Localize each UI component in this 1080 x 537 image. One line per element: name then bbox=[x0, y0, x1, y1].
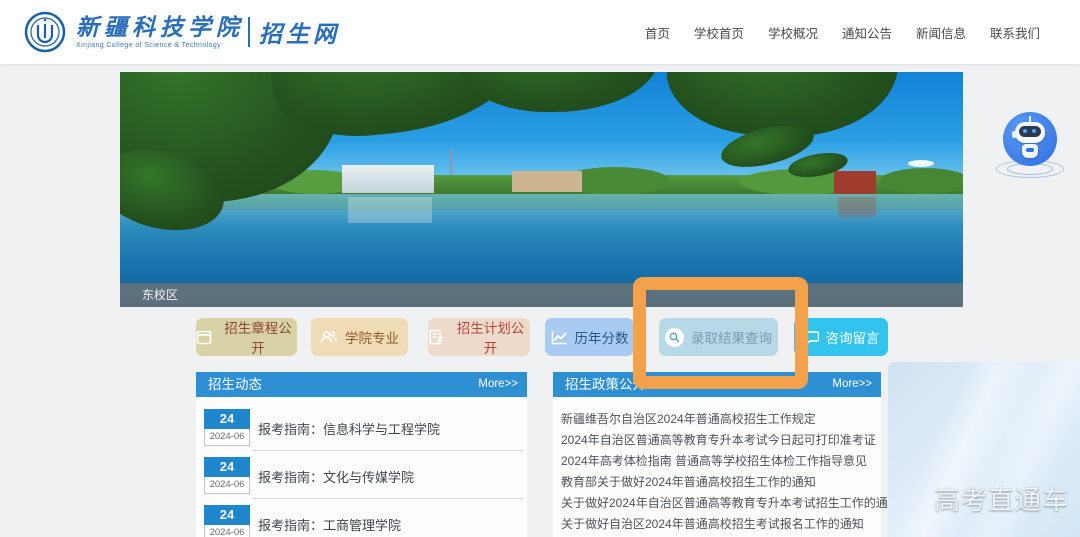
policy-list-item[interactable]: 关于做好2024年自治区普通高等教育专升本考试招生工作的通知 bbox=[561, 493, 900, 514]
nav-item-contact[interactable]: 联系我们 bbox=[990, 23, 1040, 42]
banner-art-reflection bbox=[348, 197, 432, 223]
chat-robot-button[interactable] bbox=[996, 110, 1064, 184]
quick-link-admission-charter[interactable]: 招生章程公开 bbox=[196, 318, 297, 356]
news-title: 报考指南：工商管理学院 bbox=[258, 518, 402, 533]
banner-art-building-white bbox=[342, 165, 434, 193]
quick-link-colleges-majors[interactable]: 学院专业 bbox=[311, 318, 408, 356]
robot-belt bbox=[1026, 148, 1034, 152]
news-title: 报考指南：信息科学与工程学院 bbox=[258, 422, 441, 437]
more-link[interactable]: More>> bbox=[478, 372, 518, 397]
quick-link-label: 历年分数 bbox=[574, 331, 629, 346]
top-nav: 首页 学校首页 学校概况 通知公告 新闻信息 联系我们 bbox=[645, 0, 1040, 64]
robot-headset bbox=[1012, 131, 1017, 138]
nav-item-school-overview[interactable]: 学校概况 bbox=[768, 23, 818, 42]
panel-admission-news: 招生动态 More>> 24 2024-06 报考指南：信息科学与工程学院 24… bbox=[196, 372, 527, 537]
date-month: 2024-06 bbox=[204, 477, 250, 494]
nav-item-school-home[interactable]: 学校首页 bbox=[694, 23, 744, 42]
quick-link-label: 录取结果查询 bbox=[691, 331, 772, 346]
site-logo[interactable]: 新疆科技学院 Xinjiang College of Science & Tec… bbox=[24, 9, 340, 55]
panel-news-header: 招生动态 More>> bbox=[196, 372, 527, 397]
news-list-item[interactable]: 24 2024-06 报考指南：工商管理学院 bbox=[196, 504, 527, 537]
news-list-item[interactable]: 24 2024-06 报考指南：文化与传媒学院 bbox=[196, 456, 527, 504]
date-day: 24 bbox=[204, 457, 250, 477]
banner-art-building-red2 bbox=[834, 171, 876, 194]
school-name-en: Xinjiang College of Science & Technology bbox=[76, 42, 222, 49]
policy-list-item[interactable]: 关于做好自治区2024年普通高校招生考试报名工作的通知 bbox=[561, 514, 881, 535]
quick-link-admission-plan[interactable]: 招生计划公开 bbox=[428, 318, 530, 356]
date-badge: 24 2024-06 bbox=[204, 457, 250, 494]
banner-art-cloud bbox=[908, 160, 934, 167]
quick-link-label: 学院专业 bbox=[345, 331, 399, 346]
nav-item-notices[interactable]: 通知公告 bbox=[842, 23, 892, 42]
news-list-item[interactable]: 24 2024-06 报考指南：信息科学与工程学院 bbox=[196, 408, 527, 456]
quick-link-label: 咨询留言 bbox=[825, 331, 880, 346]
panel-title: 招生政策公开 bbox=[565, 377, 646, 392]
panel-policy-header: 招生政策公开 More>> bbox=[553, 372, 881, 397]
news-title: 报考指南：文化与传媒学院 bbox=[258, 470, 415, 485]
quick-link-label: 招生计划公开 bbox=[456, 321, 525, 356]
quick-link-consult-message[interactable]: 咨询留言 bbox=[794, 318, 888, 356]
robot-eye bbox=[1032, 129, 1036, 133]
nav-item-news[interactable]: 新闻信息 bbox=[916, 23, 966, 42]
date-day: 24 bbox=[204, 409, 250, 429]
calendar-icon bbox=[196, 330, 212, 345]
more-link[interactable]: More>> bbox=[832, 372, 872, 397]
banner-art-antenna bbox=[450, 150, 452, 174]
watermark: 高考直通车 bbox=[934, 485, 1070, 515]
robot-eye bbox=[1023, 129, 1027, 133]
quick-link-historical-scores[interactable]: 历年分数 bbox=[545, 318, 634, 356]
banner-caption-bar: 东校区 bbox=[120, 283, 963, 307]
page: 新疆科技学院 Xinjiang College of Science & Tec… bbox=[0, 0, 1080, 537]
panel-admission-policy: 招生政策公开 More>> 新疆维吾尔自治区2024年普通高校招生工作规定 20… bbox=[553, 372, 900, 537]
school-name-cn: 新疆科技学院 bbox=[76, 14, 244, 41]
chart-icon bbox=[551, 331, 567, 344]
site-name: 招生网 bbox=[259, 21, 340, 48]
date-month: 2024-06 bbox=[204, 525, 250, 537]
logo-divider bbox=[248, 17, 250, 47]
date-month: 2024-06 bbox=[204, 429, 250, 446]
policy-list-item[interactable]: 2024年自治区普通高等教育专升本考试今日起可打印准考证 bbox=[561, 430, 881, 451]
school-emblem-icon bbox=[24, 11, 66, 53]
banner-caption: 东校区 bbox=[142, 288, 179, 302]
date-day: 24 bbox=[204, 505, 250, 525]
site-header: 新疆科技学院 Xinjiang College of Science & Tec… bbox=[0, 0, 1080, 64]
banner-art-building-tan bbox=[512, 171, 582, 192]
divider bbox=[252, 450, 524, 451]
banner-art-reflection bbox=[838, 197, 876, 217]
policy-list-item[interactable]: 2024年高考体检指南 普通高等学校招生体检工作指导意见 bbox=[561, 451, 881, 472]
logo-names: 新疆科技学院 Xinjiang College of Science & Tec… bbox=[76, 14, 244, 50]
people-icon bbox=[320, 331, 338, 343]
search-icon bbox=[665, 327, 684, 347]
panel-news-body: 24 2024-06 报考指南：信息科学与工程学院 24 2024-06 报考指… bbox=[196, 397, 527, 537]
policy-list-item[interactable]: 新疆维吾尔自治区2024年普通高校招生工作规定 bbox=[561, 409, 881, 430]
policy-list-item[interactable]: 教育部关于做好2024年普通高校招生工作的通知 bbox=[561, 472, 881, 493]
banner-art-trees bbox=[880, 168, 963, 194]
banner-carousel[interactable]: 东校区 bbox=[120, 72, 963, 307]
quick-link-label: 招生章程公开 bbox=[224, 321, 292, 356]
document-edit-icon bbox=[429, 329, 444, 345]
quick-link-result-query[interactable]: 录取结果查询 bbox=[659, 318, 778, 356]
divider bbox=[252, 498, 524, 499]
date-badge: 24 2024-06 bbox=[204, 505, 250, 537]
date-badge: 24 2024-06 bbox=[204, 409, 250, 446]
chat-icon bbox=[802, 330, 819, 345]
panel-policy-body: 新疆维吾尔自治区2024年普通高校招生工作规定 2024年自治区普通高等教育专升… bbox=[553, 397, 900, 537]
corner-overlay: 高考直通车 bbox=[888, 362, 1080, 537]
panel-title: 招生动态 bbox=[208, 377, 262, 392]
nav-item-home[interactable]: 首页 bbox=[645, 23, 670, 42]
